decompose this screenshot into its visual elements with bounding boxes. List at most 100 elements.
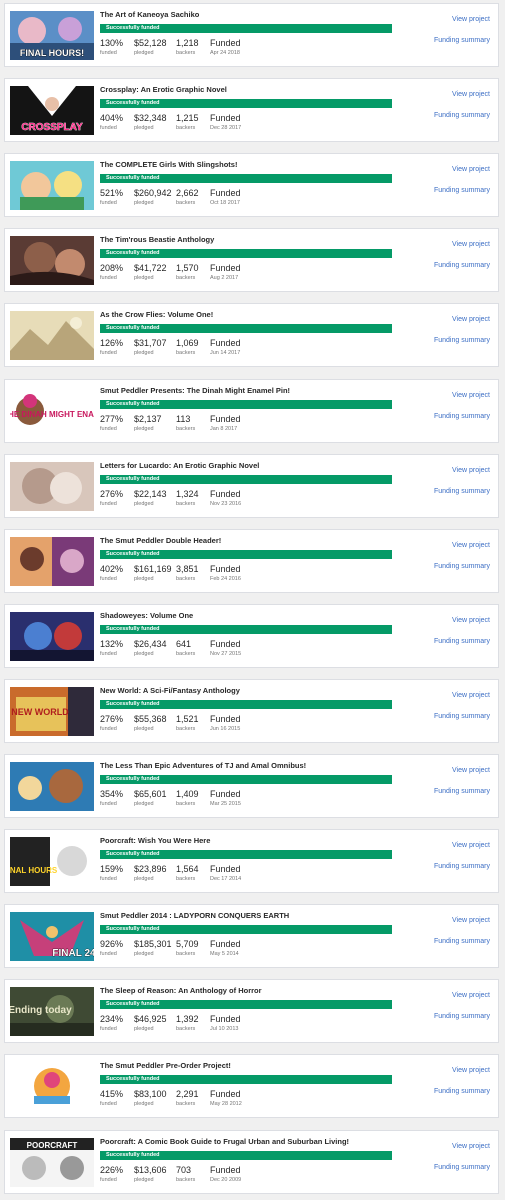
project-title[interactable]: The Tim'rous Beastie Anthology [100,235,425,244]
backers-value: 2,662 [176,188,199,198]
funding-summary-link[interactable]: Funding summary [434,112,490,119]
project-title[interactable]: New World: A Sci-Fi/Fantasy Anthology [100,686,425,695]
funding-summary-link[interactable]: Funding summary [434,788,490,795]
thumbnail-art [10,462,94,511]
funding-status-label: Successfully funded [106,325,160,331]
thumbnail-text: Ending today [10,1005,72,1016]
thumbnail-text: FINAL HOURS [10,866,58,875]
backers-stat: 1,570 backers [176,263,199,282]
percent-funded-stat: 402% funded [100,564,123,583]
pledged-label: pledged [134,726,154,732]
funding-summary-link[interactable]: Funding summary [434,938,490,945]
progress-bar: Successfully funded [100,625,392,634]
end-status-stat: Funded May 5 2014 [210,939,241,958]
funding-status-label: Successfully funded [106,701,160,707]
funding-summary-link[interactable]: Funding summary [434,337,490,344]
end-date-value: Nov 27 2015 [210,651,242,657]
backers-label: backers [176,50,196,56]
view-project-link[interactable]: View project [452,692,490,699]
funding-status-label: Successfully funded [106,926,160,932]
funding-summary-link[interactable]: Funding summary [434,1013,490,1020]
backers-value: 1,392 [176,1014,199,1024]
thumbnail-art [10,1062,94,1111]
pledged-value: $41,722 [134,263,167,273]
thumbnail-art: CROSSPLAY [10,86,94,135]
percent-funded-label: funded [100,501,117,507]
backers-stat: 1,324 backers [176,489,199,508]
funding-summary-link[interactable]: Funding summary [434,1088,490,1095]
project-title[interactable]: Smut Peddler Presents: The Dinah Might E… [100,386,425,395]
percent-funded-label: funded [100,350,117,356]
view-project-link[interactable]: View project [452,392,490,399]
project-title[interactable]: The Art of Kaneoya Sachiko [100,10,425,19]
funding-summary-link[interactable]: Funding summary [434,1164,490,1171]
sleep-of-reason-cover[interactable]: Ending today [10,987,94,1036]
double-header-cover[interactable] [10,537,94,586]
project-title[interactable]: The Less Than Epic Adventures of TJ and … [100,761,425,770]
view-project-link[interactable]: View project [452,1143,490,1150]
view-project-link[interactable]: View project [452,542,490,549]
project-title[interactable]: The Sleep of Reason: An Anthology of Hor… [100,986,425,995]
lucardo-cover[interactable] [10,462,94,511]
project-title[interactable]: Shadoweyes: Volume One [100,611,425,620]
view-project-link[interactable]: View project [452,842,490,849]
funding-status-label: Successfully funded [106,476,160,482]
end-status-value: Funded [210,1165,241,1175]
view-project-link[interactable]: View project [452,1067,490,1074]
view-project-link[interactable]: View project [452,917,490,924]
pledged-value: $65,601 [134,789,167,799]
view-project-link[interactable]: View project [452,767,490,774]
funding-summary-link[interactable]: Funding summary [434,488,490,495]
view-project-link[interactable]: View project [452,91,490,98]
end-date-value: May 28 2012 [210,1101,242,1107]
percent-funded-label: funded [100,1026,117,1032]
project-title[interactable]: The Smut Peddler Pre-Order Project! [100,1061,425,1070]
funding-summary-link[interactable]: Funding summary [434,413,490,420]
view-project-link[interactable]: View project [452,617,490,624]
crow-flies-cover[interactable] [10,311,94,360]
project-title[interactable]: Smut Peddler 2014 : LADYPORN CONQUERS EA… [100,911,425,920]
percent-funded-label: funded [100,951,117,957]
pledged-stat: $23,896 pledged [134,864,167,883]
percent-funded-value: 226% [100,1165,124,1175]
new-world-cover[interactable]: NEW WORLD [10,687,94,736]
funding-summary-link[interactable]: Funding summary [434,713,490,720]
project-card: THE DINAH MIGHT ENAMEL PIN! Smut Peddler… [4,379,499,443]
tj-amal-cover[interactable] [10,762,94,811]
funding-summary-link[interactable]: Funding summary [434,863,490,870]
project-title[interactable]: The Smut Peddler Double Header! [100,536,425,545]
project-title[interactable]: As the Crow Flies: Volume One! [100,310,425,319]
funding-summary-link[interactable]: Funding summary [434,638,490,645]
pledged-label: pledged [134,350,154,356]
percent-funded-value: 126% [100,338,124,348]
project-title[interactable]: Poorcraft: Wish You Were Here [100,836,425,845]
project-title[interactable]: The COMPLETE Girls With Slingshots! [100,160,425,169]
crossplay-cover[interactable]: CROSSPLAY [10,86,94,135]
smut-peddler-2014-cover[interactable]: FINAL 24 [10,912,94,961]
poorcraft-wish-cover[interactable]: FINAL HOURS [10,837,94,886]
funding-summary-link[interactable]: Funding summary [434,37,490,44]
view-project-link[interactable]: View project [452,992,490,999]
project-title[interactable]: Poorcraft: A Comic Book Guide to Frugal … [100,1137,425,1146]
slingshots-cover[interactable] [10,161,94,210]
view-project-link[interactable]: View project [452,241,490,248]
funding-summary-link[interactable]: Funding summary [434,262,490,269]
thumbnail-art: THE DINAH MIGHT ENAMEL PIN! [10,387,94,436]
funding-summary-link[interactable]: Funding summary [434,187,490,194]
project-title[interactable]: Letters for Lucardo: An Erotic Graphic N… [100,461,425,470]
funding-summary-link[interactable]: Funding summary [434,563,490,570]
dinah-might-cover[interactable]: THE DINAH MIGHT ENAMEL PIN! [10,387,94,436]
view-project-link[interactable]: View project [452,16,490,23]
view-project-link[interactable]: View project [452,166,490,173]
end-date-value: Oct 18 2017 [210,200,240,206]
percent-funded-value: 402% [100,564,124,574]
view-project-link[interactable]: View project [452,316,490,323]
pre-order-cover[interactable] [10,1062,94,1111]
poorcraft-guide-cover[interactable]: POORCRAFT [10,1138,94,1187]
view-project-link[interactable]: View project [452,467,490,474]
pledged-label: pledged [134,275,154,281]
shadoweyes-cover[interactable] [10,612,94,661]
beastie-cover[interactable] [10,236,94,285]
project-title[interactable]: Crossplay: An Erotic Graphic Novel [100,85,425,94]
final-hours-cover[interactable]: FINAL HOURS! [10,11,94,60]
